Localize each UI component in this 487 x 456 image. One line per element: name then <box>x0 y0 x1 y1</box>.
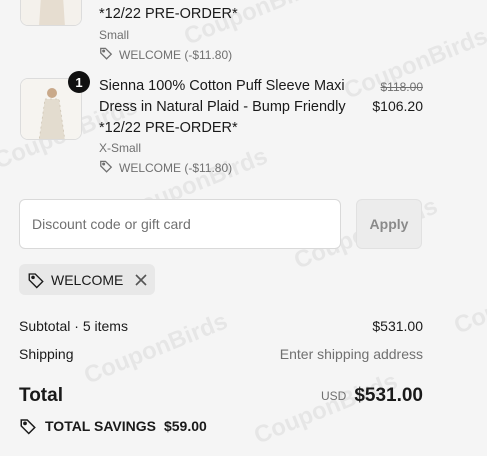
discount-label: WELCOME (-$11.80) <box>119 47 233 62</box>
applied-code-label: WELCOME <box>51 271 124 288</box>
watermark: CouponBirds <box>450 257 487 340</box>
subtotal-label: Subtotal · 5 items <box>19 318 128 334</box>
discount-input-placeholder: Discount code or gift card <box>32 216 191 232</box>
applied-discount-chip: WELCOME <box>19 264 156 295</box>
total-savings: TOTAL SAVINGS $59.00 <box>19 417 207 435</box>
original-price: $118.00 <box>380 80 424 94</box>
total-row: Total USD $531.00 <box>19 385 423 407</box>
savings-tag-icon <box>19 417 37 435</box>
item-discount: WELCOME (-$11.80) <box>99 46 232 63</box>
remove-code-icon[interactable] <box>135 273 147 286</box>
total-label: Total <box>19 385 63 406</box>
shipping-label: Shipping <box>19 346 74 362</box>
shipping-row: Shipping Enter shipping address <box>19 346 423 362</box>
shipping-value: Enter shipping address <box>279 346 423 362</box>
tag-icon <box>27 271 45 289</box>
discount-label: WELCOME (-$11.80) <box>119 160 233 175</box>
item-price: $106.20 <box>372 98 423 114</box>
savings-value: $59.00 <box>163 418 207 434</box>
currency-code: USD <box>320 389 347 403</box>
discount-code-input[interactable]: Discount code or gift card <box>19 199 341 249</box>
apply-button[interactable]: Apply <box>356 199 422 249</box>
item-title: *12/22 PRE-ORDER* <box>99 6 238 22</box>
item-size: Small <box>99 28 130 42</box>
quantity-badge: 1 <box>68 71 90 93</box>
item-title: Sienna 100% Cotton Puff Sleeve Maxi Dres… <box>99 78 346 136</box>
total-value: $531.00 <box>354 385 423 406</box>
watermark: CouponBirds <box>250 367 402 450</box>
savings-label: TOTAL SAVINGS <box>45 418 156 434</box>
subtotal-value: $531.00 <box>372 318 423 334</box>
subtotal-row: Subtotal · 5 items $531.00 <box>19 318 423 334</box>
item-discount: WELCOME (-$11.80) <box>99 159 232 176</box>
tag-icon <box>99 46 113 63</box>
item-size: X-Small <box>99 141 142 155</box>
tag-icon <box>99 159 113 176</box>
product-thumbnail <box>20 0 82 26</box>
